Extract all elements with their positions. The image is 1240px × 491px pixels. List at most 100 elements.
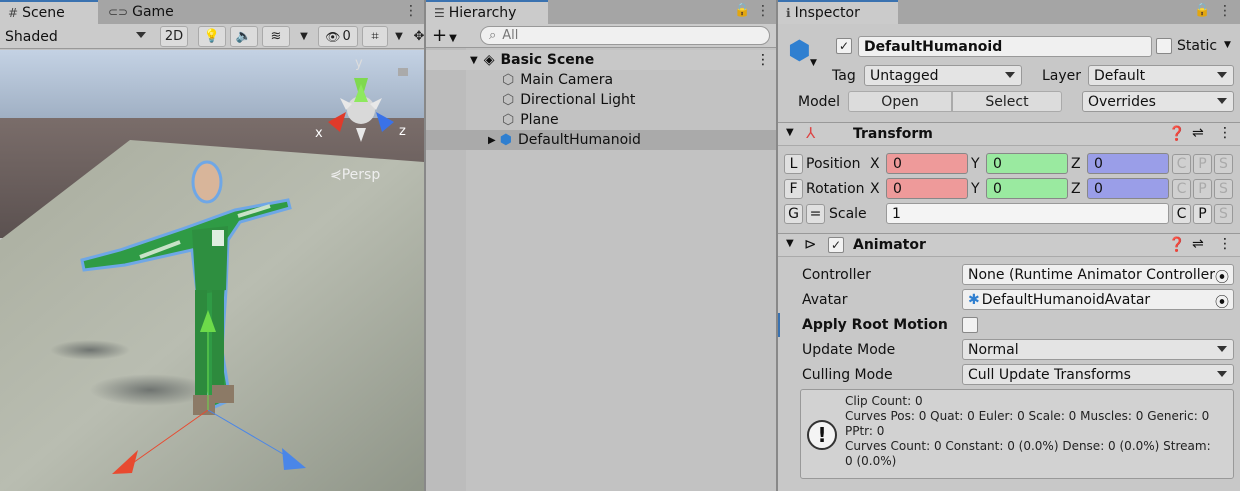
- active-checkbox[interactable]: ✓: [836, 38, 852, 54]
- info-icon: ℹ: [786, 6, 791, 20]
- prefab-icon: ⬢: [499, 132, 512, 148]
- gizmo-z-label: z: [399, 124, 406, 139]
- culling-mode-dropdown[interactable]: Cull Update Transforms: [962, 364, 1234, 385]
- lighting-toggle-button[interactable]: 💡: [198, 26, 226, 47]
- hierarchy-item-directional-light[interactable]: ⬡ Directional Light: [426, 90, 776, 110]
- chevron-right-icon[interactable]: ▶: [488, 135, 496, 146]
- effects-dropdown-button[interactable]: ▼: [292, 26, 316, 47]
- hidden-objects-toggle[interactable]: 👁 0: [318, 26, 358, 47]
- copy-scale-button[interactable]: C: [1172, 204, 1191, 224]
- static-checkbox[interactable]: [1156, 38, 1172, 54]
- tab-inspector[interactable]: ℹ Inspector: [778, 0, 898, 24]
- preset-icon[interactable]: ⇌: [1192, 125, 1204, 141]
- gizmo-x-label: x: [315, 126, 323, 141]
- reset-position-button[interactable]: S: [1214, 154, 1233, 174]
- reset-rotation-button[interactable]: S: [1214, 179, 1233, 199]
- position-y-field[interactable]: 0: [986, 153, 1068, 174]
- chevron-down-icon: [1217, 346, 1227, 352]
- animator-enabled-checkbox[interactable]: ✓: [828, 237, 844, 253]
- select-button[interactable]: Select: [952, 91, 1062, 112]
- scene-tab-bar: # Scene ⊂⊃ Game ⋮: [0, 0, 424, 24]
- effects-toggle-button[interactable]: ≋: [262, 26, 290, 47]
- rotation-key-button[interactable]: F: [784, 179, 803, 199]
- hierarchy-search-input[interactable]: ⌕ All: [480, 26, 770, 45]
- reset-scale-button[interactable]: S: [1214, 204, 1233, 224]
- chevron-down-icon: [1217, 72, 1227, 78]
- rotation-label: Rotation: [806, 181, 865, 197]
- paste-rotation-button[interactable]: P: [1193, 179, 1212, 199]
- position-key-button[interactable]: L: [784, 154, 803, 174]
- layer-dropdown[interactable]: Default: [1088, 65, 1234, 86]
- toggle-2d-button[interactable]: 2D: [160, 26, 188, 47]
- list-icon: ☰: [434, 6, 445, 20]
- animator-icon: ⊳: [804, 235, 817, 253]
- preset-icon[interactable]: ⇌: [1192, 236, 1204, 252]
- inspector-panel: ℹ Inspector 🔒 ⋮ ⬢ ▼ ✓ DefaultHumanoid St…: [778, 0, 1240, 491]
- position-z-field[interactable]: 0: [1087, 153, 1169, 174]
- transform-header[interactable]: ▼ ⅄ Transform ❓ ⇌ ⋮: [778, 122, 1240, 146]
- position-z-label: Z: [1071, 156, 1081, 172]
- position-x-field[interactable]: 0: [886, 153, 968, 174]
- rotation-x-field[interactable]: 0: [886, 178, 968, 199]
- chevron-down-icon: [1005, 72, 1015, 78]
- plus-icon: +: [432, 25, 448, 46]
- help-icon[interactable]: ❓: [1168, 237, 1185, 253]
- update-mode-dropdown[interactable]: Normal: [962, 339, 1234, 360]
- grid-snap-dropdown[interactable]: ▼: [390, 26, 408, 47]
- paste-scale-button[interactable]: P: [1193, 204, 1212, 224]
- position-x-label: X: [870, 156, 880, 172]
- paste-position-button[interactable]: P: [1193, 154, 1212, 174]
- hierarchy-menu-icon[interactable]: ⋮: [756, 3, 770, 19]
- overrides-dropdown[interactable]: Overrides: [1082, 91, 1234, 112]
- info-text: Clip Count: 0 Curves Pos: 0 Quat: 0 Eule…: [845, 394, 1211, 468]
- static-label: Static: [1177, 38, 1218, 54]
- static-dropdown-arrow[interactable]: ▼: [1224, 40, 1231, 50]
- component-menu-icon[interactable]: ⋮: [1218, 236, 1232, 252]
- scene-viewport[interactable]: y x z ⋞Persp: [0, 50, 424, 491]
- avatar-label: Avatar: [802, 292, 848, 308]
- scene-menu-icon[interactable]: ⋮: [404, 3, 418, 19]
- scene-row[interactable]: ▼ ◈ Basic Scene ⋮: [426, 50, 776, 70]
- info-warning-icon: !: [807, 420, 837, 450]
- projection-toggle[interactable]: ⋞Persp: [330, 167, 380, 183]
- tab-scene[interactable]: # Scene: [0, 0, 98, 24]
- object-picker-icon[interactable]: ⦿: [1215, 292, 1229, 309]
- override-indicator: [778, 313, 780, 337]
- animator-header[interactable]: ▼ ⊳ ✓ Animator ❓ ⇌ ⋮: [778, 233, 1240, 257]
- open-button[interactable]: Open: [848, 91, 952, 112]
- lock-icon[interactable]: 🔒: [734, 3, 750, 18]
- tag-dropdown[interactable]: Untagged: [864, 65, 1022, 86]
- rotation-z-label: Z: [1071, 181, 1081, 197]
- tab-game[interactable]: ⊂⊃ Game: [100, 0, 180, 24]
- help-icon[interactable]: ❓: [1168, 126, 1185, 142]
- scale-field[interactable]: 1: [886, 203, 1169, 224]
- hierarchy-item-main-camera[interactable]: ⬡ Main Camera: [426, 70, 776, 90]
- layers-icon: ≋: [270, 29, 282, 44]
- rotation-y-field[interactable]: 0: [986, 178, 1068, 199]
- shading-mode-dropdown[interactable]: Shaded: [0, 26, 152, 47]
- rotation-x-label: X: [870, 181, 880, 197]
- scale-link-button[interactable]: =: [806, 204, 825, 224]
- scale-key-button[interactable]: G: [784, 204, 803, 224]
- lock-icon[interactable]: 🔒: [1194, 3, 1210, 18]
- animator-info-box: ! Clip Count: 0 Curves Pos: 0 Quat: 0 Eu…: [800, 389, 1234, 479]
- apply-root-motion-checkbox[interactable]: [962, 317, 978, 333]
- audio-toggle-button[interactable]: 🔈: [230, 26, 258, 47]
- icon-dropdown-arrow[interactable]: ▼: [810, 58, 817, 68]
- rotation-z-field[interactable]: 0: [1087, 178, 1169, 199]
- component-menu-icon[interactable]: ⋮: [1218, 125, 1232, 141]
- copy-position-button[interactable]: C: [1172, 154, 1191, 174]
- hierarchy-item-plane[interactable]: ⬡ Plane: [426, 110, 776, 130]
- scene-row-menu-icon[interactable]: ⋮: [756, 52, 770, 68]
- copy-rotation-button[interactable]: C: [1172, 179, 1191, 199]
- tab-hierarchy[interactable]: ☰ Hierarchy: [426, 0, 548, 24]
- avatar-field[interactable]: ✱ DefaultHumanoidAvatar ⦿: [962, 289, 1234, 310]
- object-name-field[interactable]: DefaultHumanoid: [858, 36, 1152, 57]
- create-button[interactable]: + ▼: [432, 25, 457, 46]
- hierarchy-item-defaulthumanoid[interactable]: ▶ ⬢ DefaultHumanoid: [426, 130, 776, 150]
- object-picker-icon[interactable]: ⦿: [1215, 267, 1229, 284]
- grid-snap-button[interactable]: ⌗: [362, 26, 388, 47]
- cube-icon: ⬡: [502, 92, 515, 108]
- inspector-menu-icon[interactable]: ⋮: [1218, 3, 1232, 19]
- controller-field[interactable]: None (Runtime Animator Controller) ⦿: [962, 264, 1234, 285]
